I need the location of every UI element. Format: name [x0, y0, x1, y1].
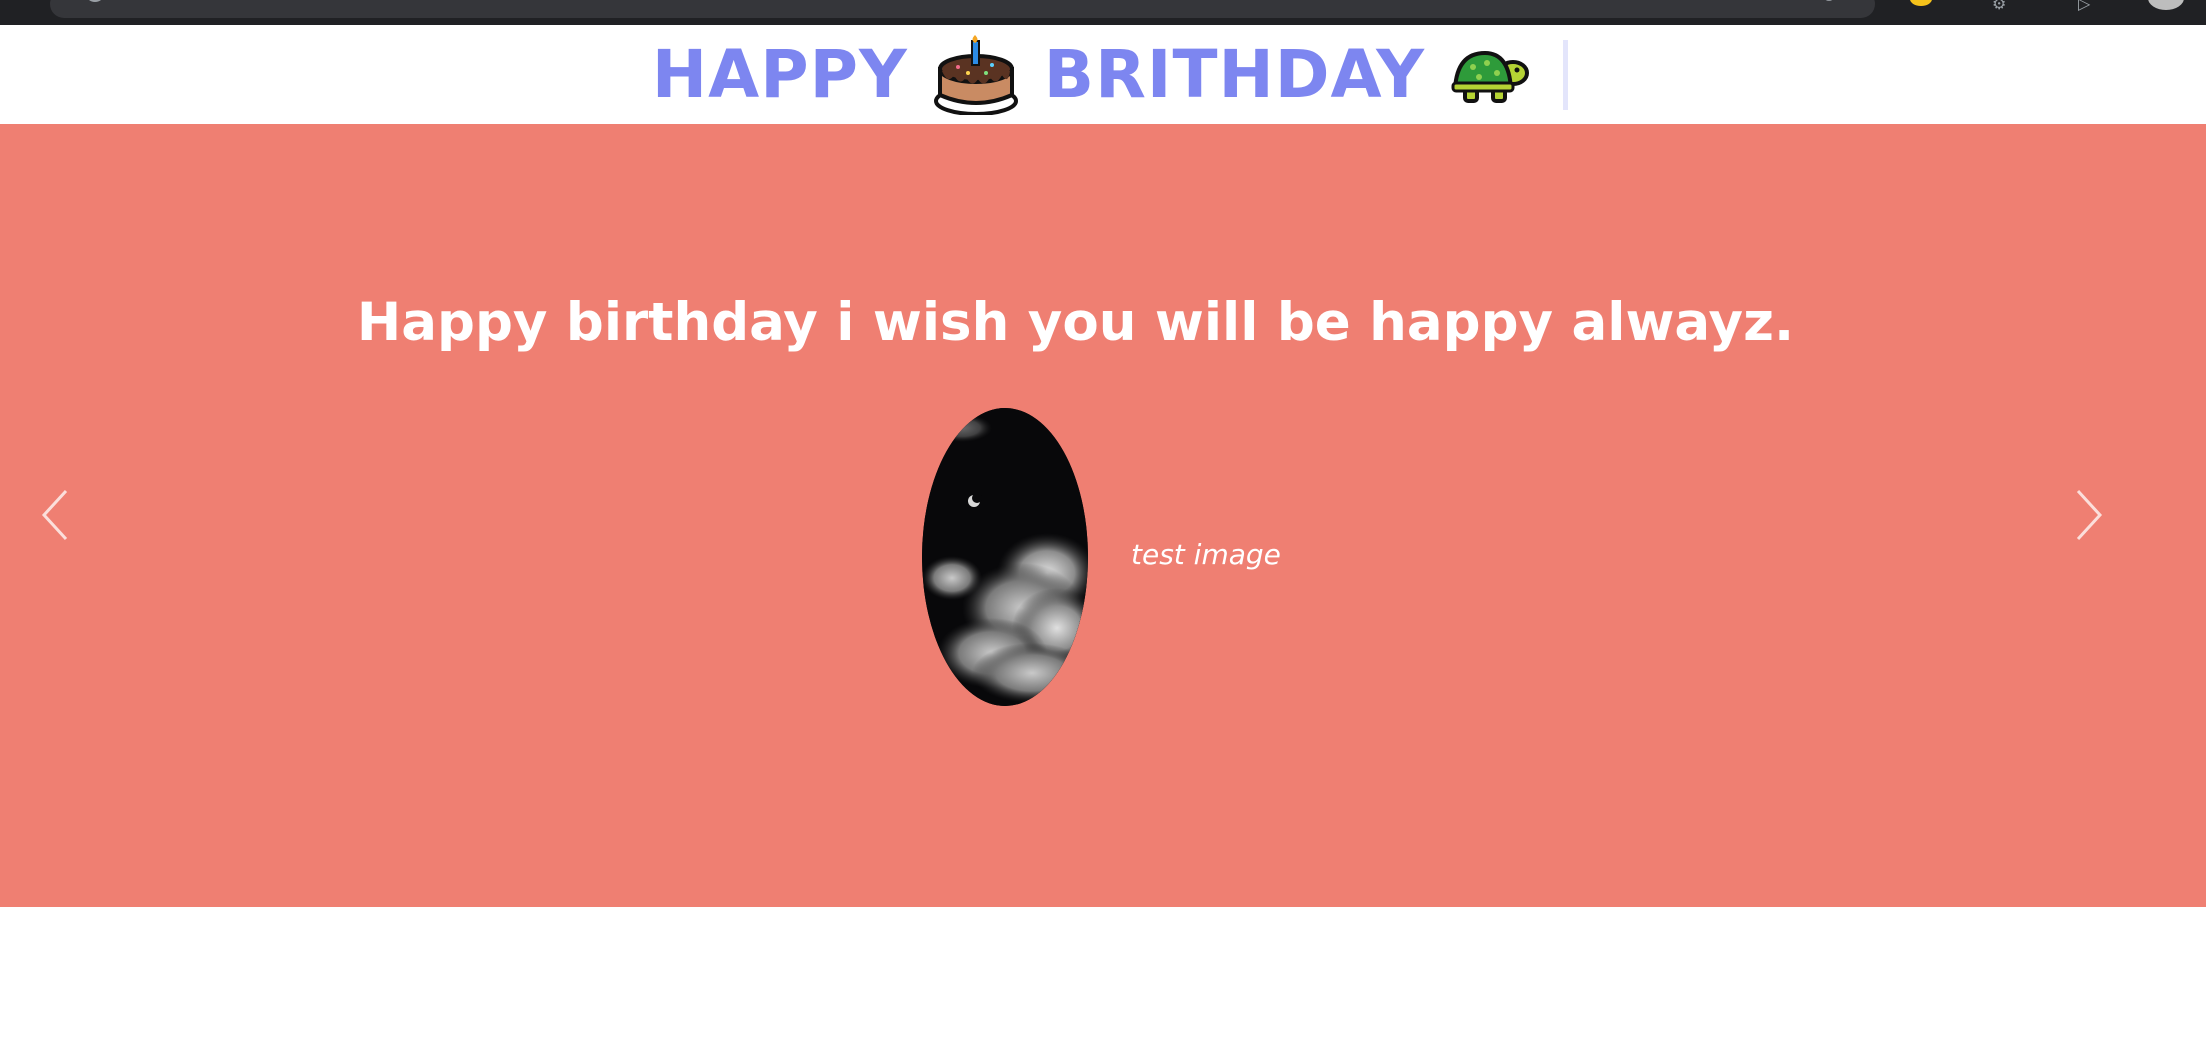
page-title: HAPPY BRITHDAY [651, 34, 1569, 116]
chevron-left-icon [41, 489, 68, 541]
avatar[interactable] [2148, 0, 2184, 10]
carousel-prev-button[interactable] [40, 489, 70, 541]
page-header: HAPPY BRITHDAY [0, 25, 2206, 124]
extension-icon[interactable]: ◔ [1822, 0, 1836, 2]
media-icon[interactable]: ▷ [2078, 0, 2090, 12]
settings-icon[interactable]: ⚙ [1992, 0, 2006, 12]
title-birthday: BRITHDAY [1043, 36, 1426, 113]
text-cursor [1563, 39, 1569, 110]
carousel: Happy birthday i wish you will be happy … [0, 124, 2206, 907]
image-caption: test image [1131, 538, 1281, 571]
star-icon[interactable]: ☆ [1756, 0, 1770, 2]
slide-image [922, 408, 1088, 706]
browser-toolbar: ☆ ◔ ⚙ ▷ [0, 0, 2206, 25]
title-happy: HAPPY [651, 36, 908, 113]
carousel-next-button[interactable] [2074, 489, 2104, 541]
turtle-icon [1451, 43, 1533, 107]
chevron-right-icon [2076, 489, 2103, 541]
profile-badge-icon[interactable] [1910, 0, 1932, 6]
cake-icon [933, 34, 1018, 116]
slide-message: Happy birthday i wish you will be happy … [356, 292, 1795, 353]
address-bar[interactable]: ☆ ◔ [50, 0, 1875, 18]
info-icon[interactable] [84, 0, 106, 7]
